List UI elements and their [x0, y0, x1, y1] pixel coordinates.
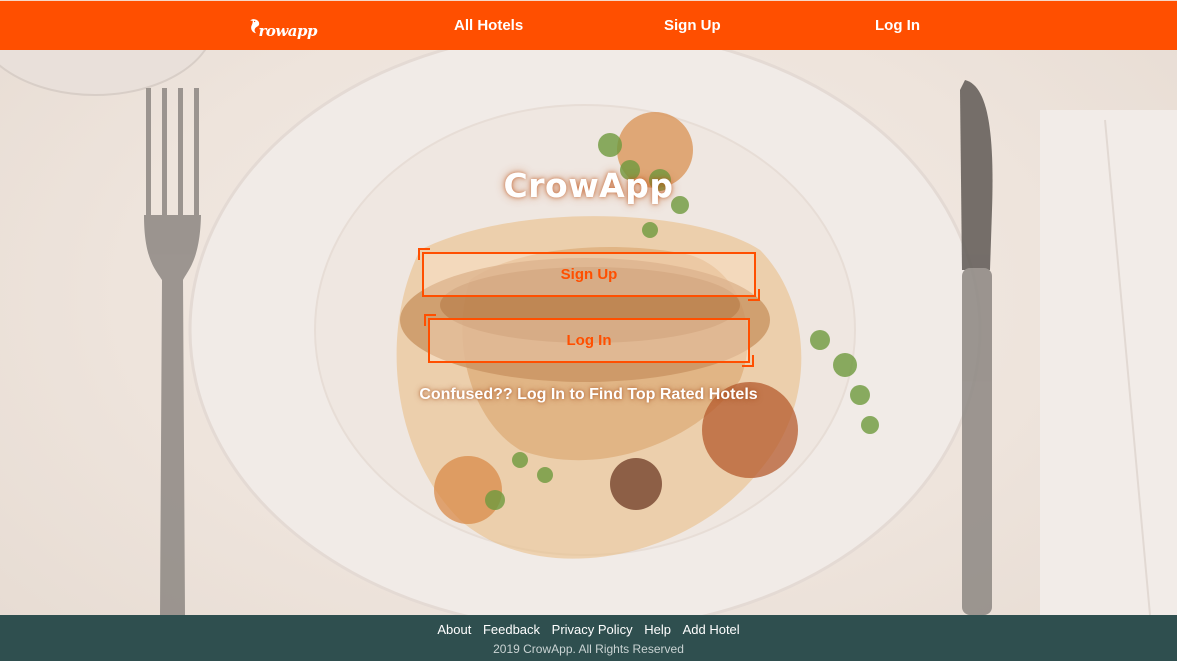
brand-logo[interactable]: rowapp [249, 10, 317, 42]
footer-feedback-link[interactable]: Feedback [483, 622, 540, 637]
log-in-button[interactable]: Log In [424, 314, 754, 367]
button-corner-decoration [424, 314, 436, 326]
footer-links: About Feedback Privacy Policy Help Add H… [0, 622, 1177, 637]
brand-logo-text: rowapp [258, 22, 317, 40]
hero-tagline: Confused?? Log In to Find Top Rated Hote… [419, 386, 758, 403]
button-corner-decoration [748, 289, 760, 301]
footer-privacy-policy-link[interactable]: Privacy Policy [552, 622, 633, 637]
footer-help-link[interactable]: Help [644, 622, 671, 637]
top-navbar: rowapp All Hotels Sign Up Log In [0, 0, 1177, 50]
log-in-button-label: Log In [566, 332, 612, 349]
button-corner-decoration [742, 355, 754, 367]
nav-all-hotels-link[interactable]: All Hotels [454, 17, 523, 34]
footer-about-link[interactable]: About [437, 622, 471, 637]
nav-sign-up-link[interactable]: Sign Up [664, 17, 721, 34]
sign-up-button[interactable]: Sign Up [418, 248, 760, 301]
footer: About Feedback Privacy Policy Help Add H… [0, 615, 1177, 661]
hero-title: CrowApp [503, 166, 674, 205]
footer-copyright: 2019 CrowApp. All Rights Reserved [493, 642, 684, 656]
button-corner-decoration [418, 248, 430, 260]
sign-up-button-label: Sign Up [560, 266, 618, 283]
nav-log-in-link[interactable]: Log In [875, 17, 920, 34]
footer-add-hotel-link[interactable]: Add Hotel [683, 622, 740, 637]
